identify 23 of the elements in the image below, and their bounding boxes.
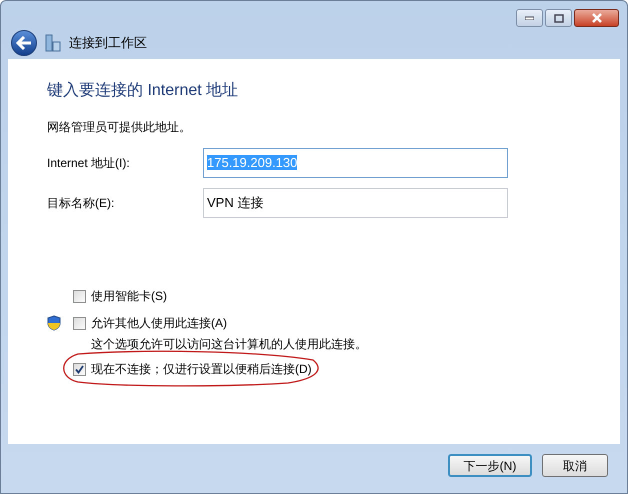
minimize-button[interactable] (516, 9, 543, 27)
checkbox[interactable] (73, 290, 86, 302)
back-button[interactable] (11, 30, 37, 56)
description-text: 网络管理员可提供此地址。 (47, 119, 192, 135)
building-icon (45, 34, 61, 52)
back-arrow-icon (16, 36, 32, 50)
cancel-button[interactable]: 取消 (542, 454, 608, 477)
input-field[interactable]: VPN 连接 (203, 188, 508, 218)
page-heading: 键入要连接的 Internet 地址 (47, 80, 240, 101)
maximize-icon (554, 14, 564, 22)
checkbox-label[interactable]: 允许其他人使用此连接(A) (91, 314, 227, 332)
field-label: 目标名称(E): (47, 195, 116, 212)
option-note: 这个选项允许可以访问这台计算机的人使用此连接。 (91, 336, 368, 352)
checkbox-label[interactable]: 使用智能卡(S) (91, 287, 167, 305)
next-button[interactable]: 下一步(N) (448, 454, 532, 477)
field-label: Internet 地址(I): (47, 155, 131, 172)
minimize-icon (525, 16, 534, 20)
window-title: 连接到工作区 (69, 34, 147, 52)
checkbox[interactable] (73, 362, 86, 376)
close-icon (590, 13, 602, 23)
maximize-button[interactable] (545, 9, 572, 27)
close-button[interactable] (574, 9, 619, 27)
checkbox[interactable] (73, 316, 86, 330)
